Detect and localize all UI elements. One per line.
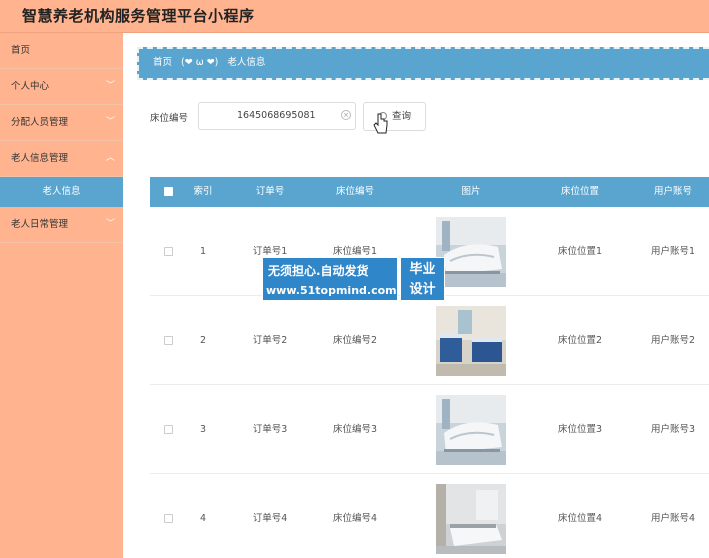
watermark-url: www.51topmind.com — [266, 284, 397, 297]
cell-order-no: 订单号2 — [252, 335, 288, 346]
sidebar-item-personal-center[interactable]: 个人中心 ﹀ — [0, 69, 123, 105]
sidebar-item-staff-management[interactable]: 分配人员管理 ﹀ — [0, 105, 123, 141]
sidebar-item-label: 首页 — [11, 45, 31, 56]
chevron-down-icon: ﹀ — [105, 81, 115, 91]
cell-bed-position: 床位位置2 — [557, 335, 603, 346]
table-row[interactable]: 3 订单号3 床位编号3 床位位置3 用户账号3 — [150, 385, 709, 474]
sidebar-item-label: 分配人员管理 — [11, 117, 69, 128]
cell-account: 用户账号1 — [650, 246, 696, 257]
chevron-down-icon: ﹀ — [105, 117, 115, 127]
hand-cursor-icon — [373, 113, 388, 134]
breadcrumb-emoji: (❤ ω ❤) — [181, 57, 219, 68]
search-button-label: 查询 — [392, 111, 412, 122]
cell-bed-position: 床位位置4 — [557, 513, 603, 524]
search-label: 床位编号 — [150, 113, 189, 124]
watermark-badge-line1: 毕业 — [409, 262, 436, 277]
sidebar: 首页 个人中心 ﹀ 分配人员管理 ﹀ 老人信息管理 ︿ 老人信息 老人日常管理 … — [0, 33, 123, 558]
bed-number-search-input[interactable]: 1645068695081 — [198, 102, 356, 130]
clear-icon[interactable]: × — [341, 110, 351, 120]
cell-order-no: 订单号3 — [252, 424, 288, 435]
sidebar-item-elder-daily-management[interactable]: 老人日常管理 ﹀ — [0, 207, 123, 243]
app-title: 智慧养老机构服务管理平台小程序 — [22, 7, 255, 25]
cell-account: 用户账号2 — [650, 335, 696, 346]
cell-bed-no: 床位编号3 — [332, 424, 378, 435]
hospital-bed-photo[interactable] — [436, 217, 506, 287]
row-checkbox[interactable] — [164, 514, 173, 523]
cell-index: 3 — [199, 424, 207, 435]
cell-bed-no: 床位编号2 — [332, 335, 378, 346]
watermark-badge: 毕业 设计 — [400, 257, 445, 301]
breadcrumb-home[interactable]: 首页 — [153, 57, 172, 68]
column-header-index[interactable]: 索引 — [188, 177, 218, 207]
hospital-room-photo[interactable] — [436, 306, 506, 376]
cell-index: 2 — [199, 335, 207, 346]
watermark-slogan: 无须担心.自动发货 — [268, 264, 369, 278]
sidebar-item-home[interactable]: 首页 — [0, 33, 123, 69]
table-row[interactable]: 2 订单号2 床位编号2 床位位置2 用户账号2 — [150, 296, 709, 385]
cell-bed-position: 床位位置1 — [557, 246, 603, 257]
watermark-banner: 无须担心.自动发货 www.51topmind.com 毕业 设计 — [262, 257, 445, 301]
column-header-bed-position[interactable]: 床位位置 — [550, 177, 610, 207]
sidebar-subitem-elder-info[interactable]: 老人信息 — [0, 177, 123, 207]
chevron-down-icon: ﹀ — [105, 219, 115, 229]
ward-bed-photo[interactable] — [436, 484, 506, 554]
hospital-bed-photo[interactable] — [436, 395, 506, 465]
cell-account: 用户账号4 — [650, 513, 696, 524]
cell-index: 1 — [199, 246, 207, 257]
breadcrumb: 首页 (❤ ω ❤) 老人信息 — [137, 47, 709, 80]
column-header-account[interactable]: 用户账号 — [645, 177, 701, 207]
watermark-left: 无须担心.自动发货 www.51topmind.com — [262, 257, 398, 301]
column-header-bed-no[interactable]: 床位编号 — [325, 177, 385, 207]
table-header: 索引 订单号 床位编号 图片 床位位置 用户账号 — [150, 177, 709, 207]
sidebar-item-label: 老人信息管理 — [11, 153, 69, 164]
top-bar: 智慧养老机构服务管理平台小程序 — [0, 0, 709, 33]
chevron-up-icon: ︿ — [105, 153, 115, 163]
column-header-order-no[interactable]: 订单号 — [245, 177, 295, 207]
row-checkbox[interactable] — [164, 425, 173, 434]
cell-account: 用户账号3 — [650, 424, 696, 435]
cell-index: 4 — [199, 513, 207, 524]
row-checkbox[interactable] — [164, 336, 173, 345]
sidebar-item-elder-info-management[interactable]: 老人信息管理 ︿ — [0, 141, 123, 177]
sidebar-item-label: 老人日常管理 — [11, 219, 69, 230]
cell-order-no: 订单号4 — [252, 513, 288, 524]
watermark-badge-line2: 设计 — [409, 282, 436, 297]
select-all-checkbox[interactable] — [164, 187, 173, 196]
elder-info-table: 索引 订单号 床位编号 图片 床位位置 用户账号 1 订单号1 床位编号1 床位… — [150, 177, 709, 558]
table-row[interactable]: 4 订单号4 床位编号4 床位位置4 用户账号4 — [150, 474, 709, 558]
cell-bed-position: 床位位置3 — [557, 424, 603, 435]
row-checkbox[interactable] — [164, 247, 173, 256]
cell-bed-no: 床位编号4 — [332, 513, 378, 524]
sidebar-item-label: 个人中心 — [11, 81, 50, 92]
column-header-image[interactable]: 图片 — [451, 177, 491, 207]
breadcrumb-current: 老人信息 — [227, 57, 266, 68]
